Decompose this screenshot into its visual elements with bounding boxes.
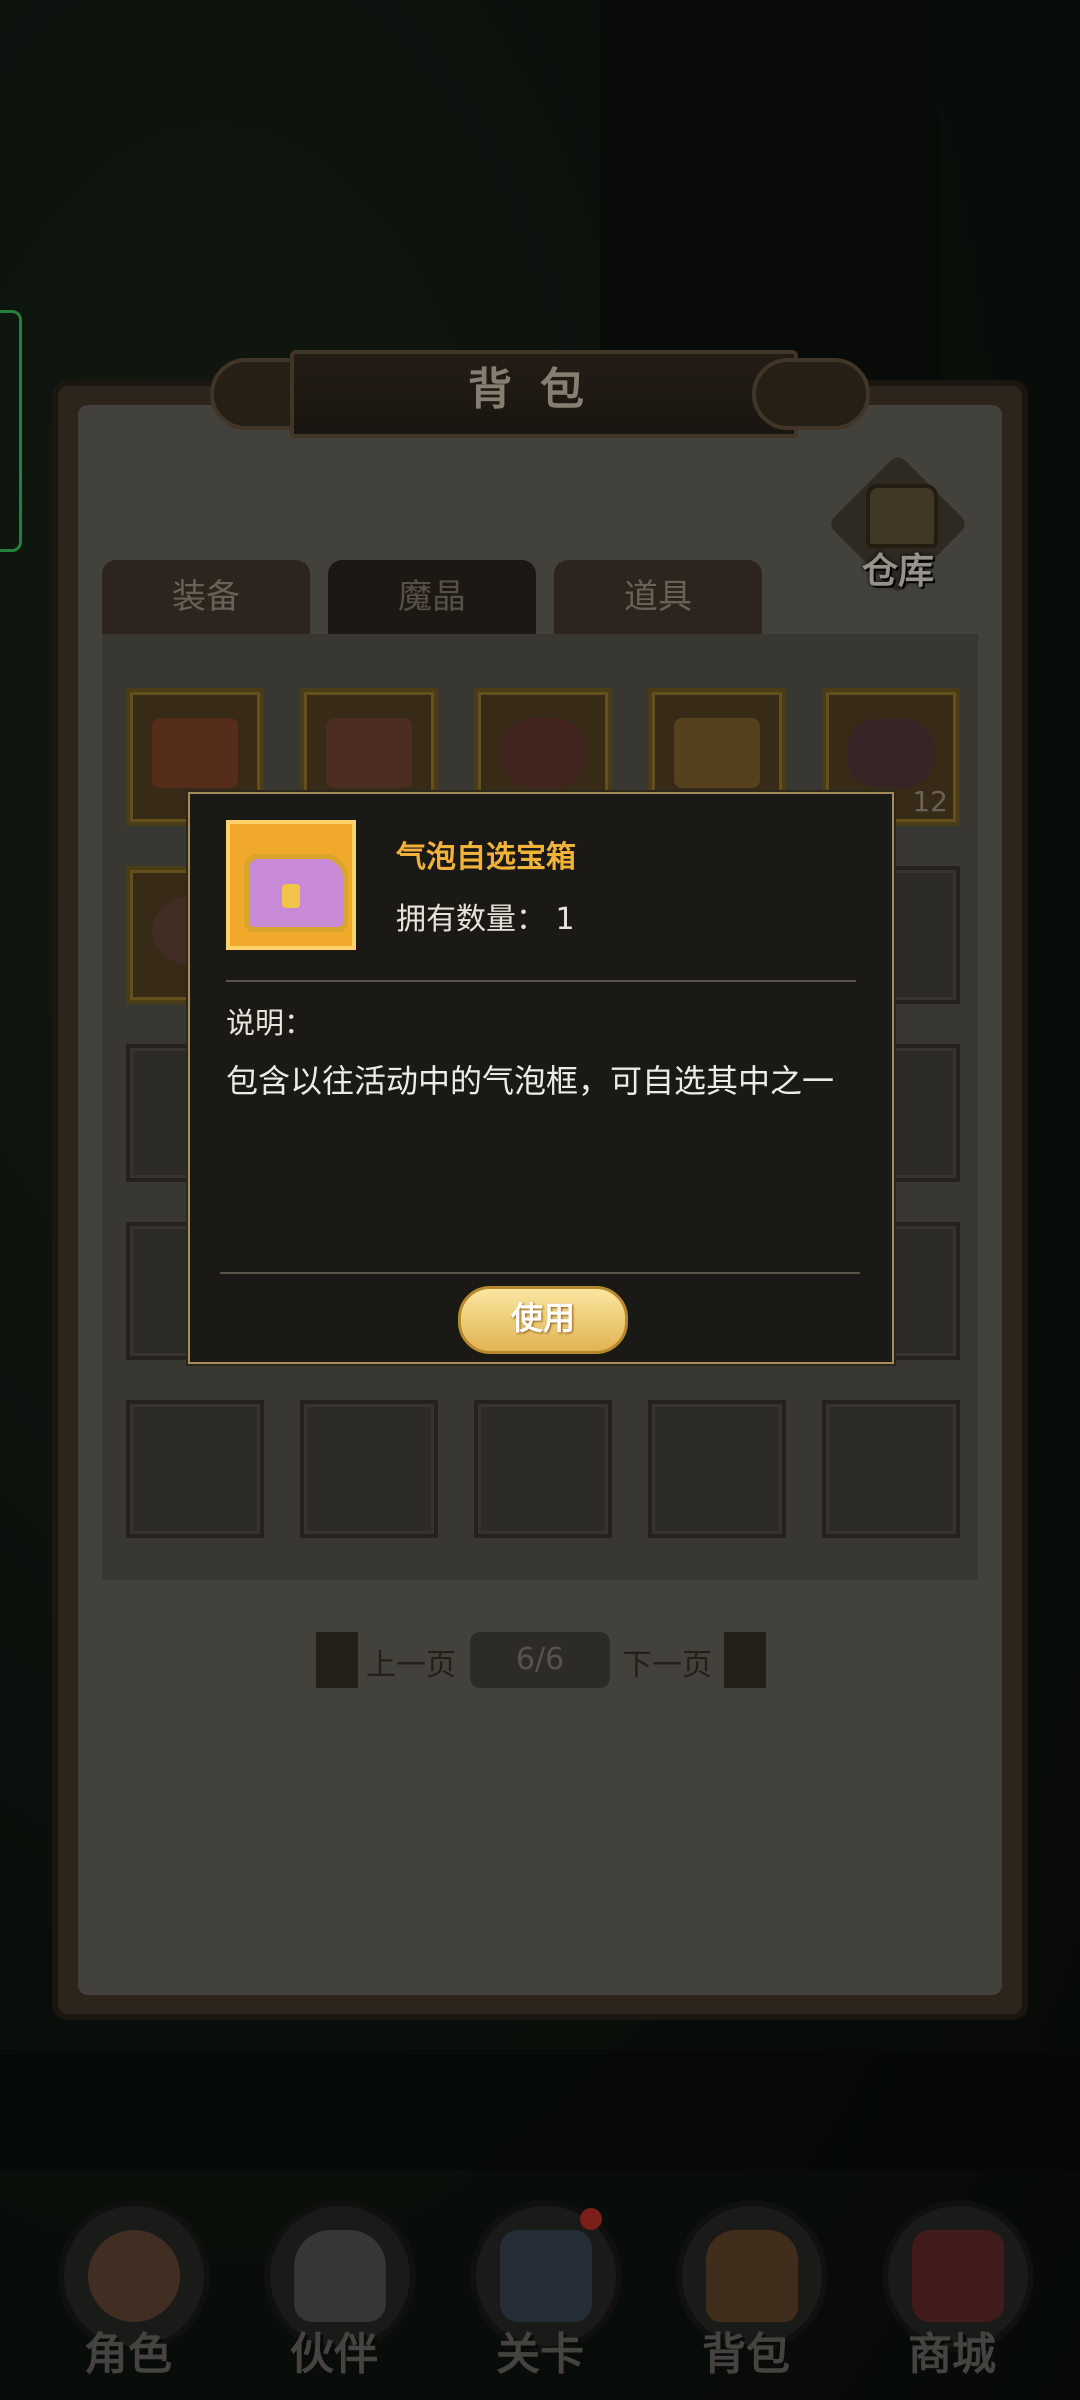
divider	[226, 980, 856, 982]
description-text: 包含以往活动中的气泡框，可自选其中之一	[226, 1062, 835, 1100]
description-heading: 说明：	[226, 1006, 314, 1040]
item-name: 气泡自选宝箱	[396, 840, 576, 875]
owned-count: 1	[555, 902, 575, 937]
owned-quantity: 拥有数量： 1	[396, 894, 575, 938]
owned-label: 拥有数量：	[396, 902, 546, 937]
item-icon-frame	[226, 820, 356, 950]
chest-lock-icon	[282, 884, 300, 908]
item-detail-dialog: 气泡自选宝箱 拥有数量： 1 说明： 包含以往活动中的气泡框，可自选其中之一 使…	[188, 792, 894, 1364]
divider	[220, 1272, 860, 1274]
use-button[interactable]: 使用	[458, 1286, 628, 1354]
